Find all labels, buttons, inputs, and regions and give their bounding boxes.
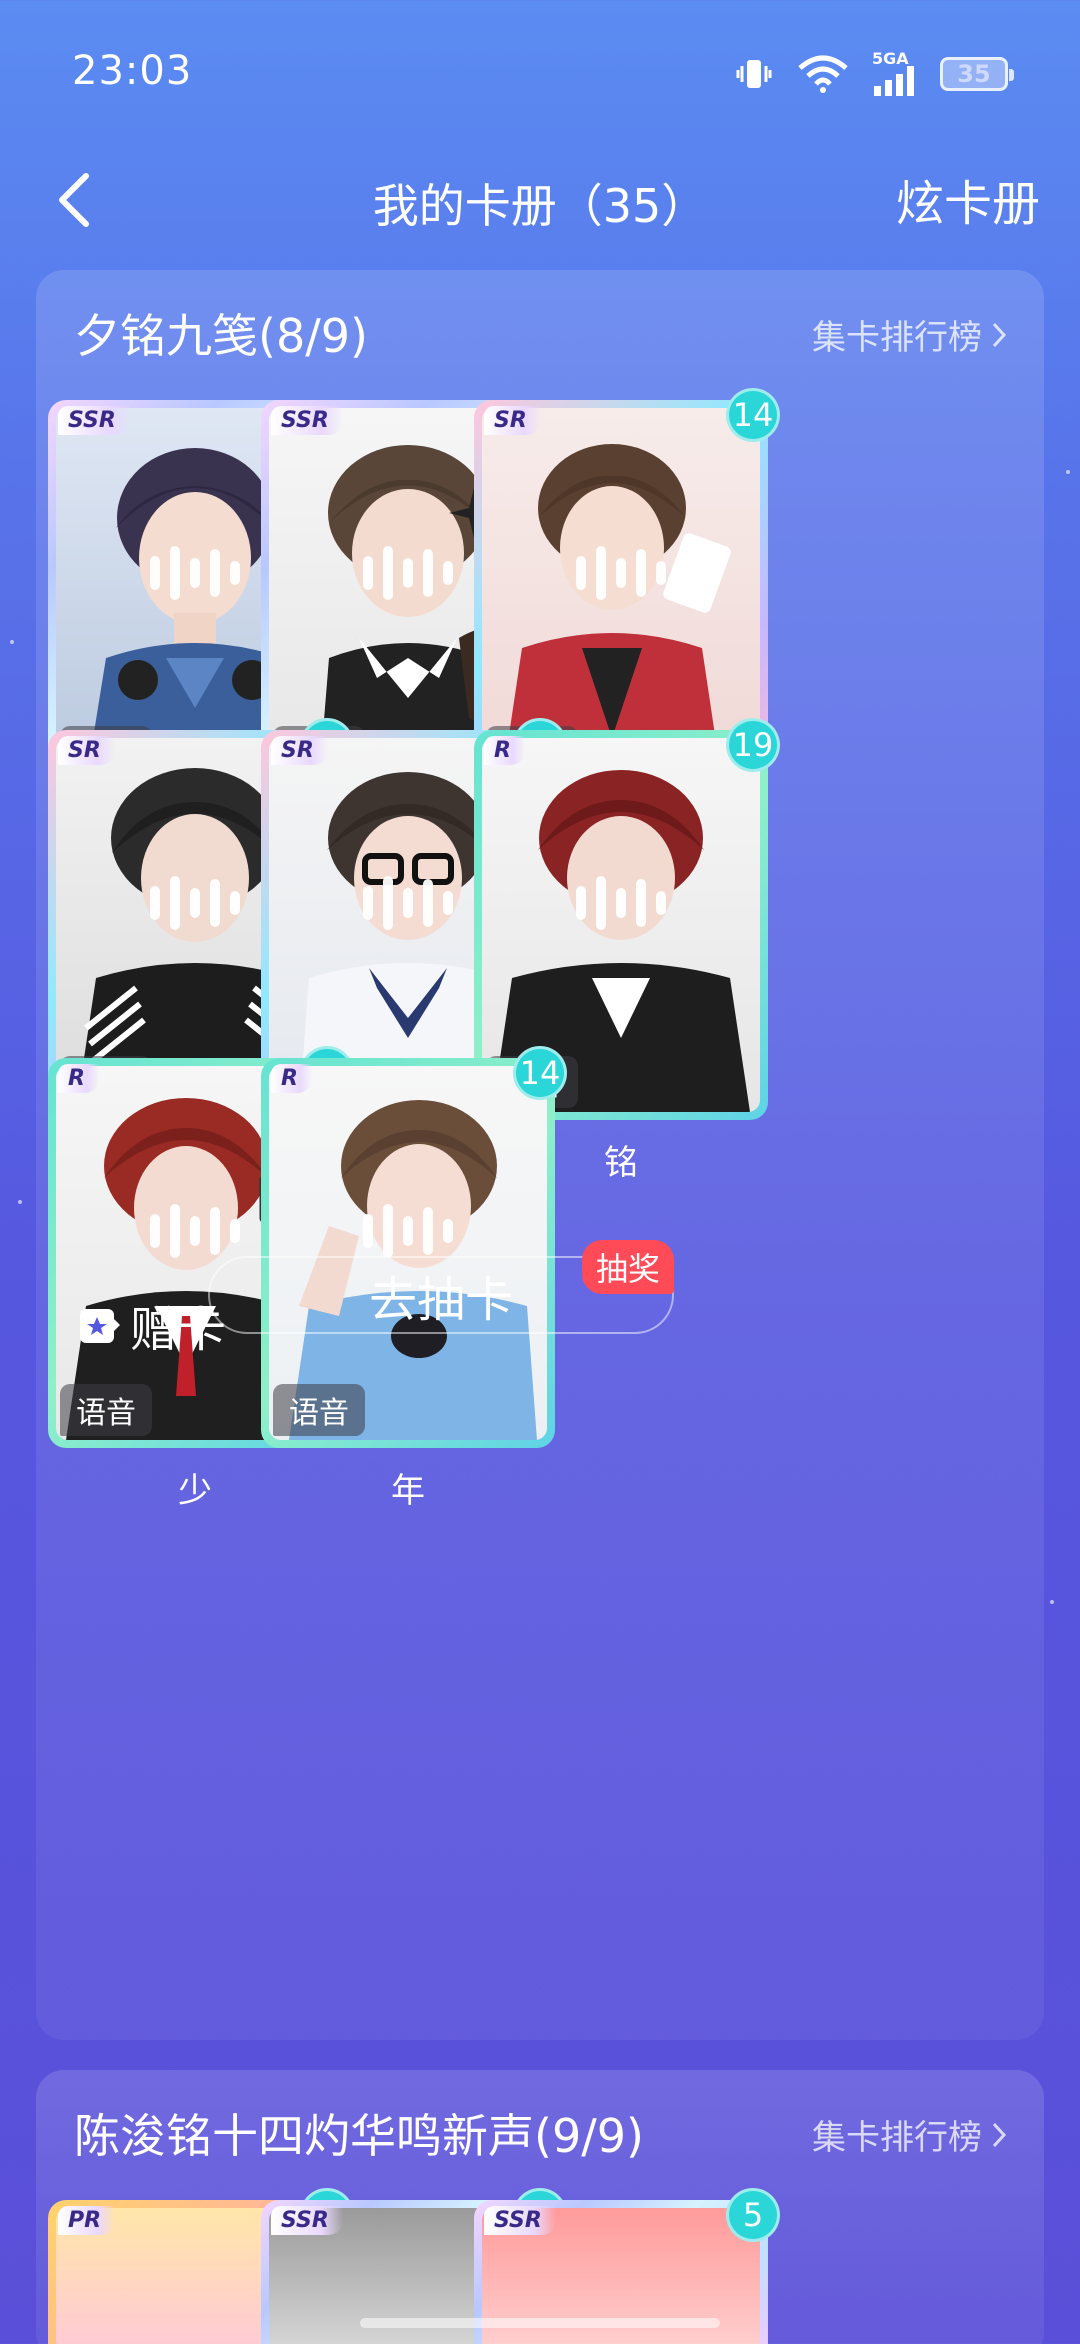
voice-wave-icon — [363, 1203, 453, 1258]
card-count-badge: 14 — [513, 1046, 567, 1100]
album-panel-fourteen: 陈浚铭十四灼华鸣新声(9/9) 集卡排行榜 PR 3 SSR 5 SSR 5 — [36, 2070, 1044, 2344]
draw-card-label: 去抽卡 — [368, 1272, 513, 1328]
voice-wave-icon — [150, 1203, 240, 1258]
wifi-icon — [796, 54, 850, 94]
album-title: 夕铭九笺(8/9) — [74, 309, 368, 363]
top-app-bar: 我的卡册（35） 炫卡册 — [0, 140, 1080, 260]
card[interactable]: R 语音 — [261, 1058, 555, 1448]
sparkle — [1050, 1600, 1054, 1604]
collection-ranking-link[interactable]: 集卡排行榜 — [812, 310, 1008, 359]
card-count-badge: 14 — [726, 388, 780, 442]
rarity-badge: SSR — [271, 2206, 343, 2235]
voice-wave-icon — [363, 875, 453, 930]
status-time: 23:03 — [72, 48, 193, 94]
gift-card-button[interactable]: 赠卡 — [78, 1290, 226, 1360]
battery-icon: 35 — [940, 57, 1014, 91]
card-count-badge: 5 — [726, 2188, 780, 2242]
collection-ranking-link[interactable]: 集卡排行榜 — [812, 2110, 1008, 2159]
network-type: 5GA — [872, 49, 909, 68]
rarity-badge: R — [271, 1064, 312, 1093]
voice-tag: 语音 — [273, 1384, 365, 1436]
sparkle — [18, 1200, 22, 1204]
status-icons: 5GA 35 — [734, 49, 1014, 96]
album-panel-ximing: 夕铭九笺(8/9) 集卡排行榜 SSR 语音 — [36, 270, 1044, 2040]
lottery-badge: 抽奖 — [581, 1240, 674, 1294]
sparkle — [10, 640, 14, 644]
status-bar: 23:03 5GA 35 — [0, 0, 1080, 140]
rarity-badge: SR — [484, 406, 541, 435]
card-count-badge: 19 — [726, 718, 780, 772]
voice-wave-icon — [150, 875, 240, 930]
show-album-button[interactable]: 炫卡册 — [896, 164, 1040, 234]
voice-wave-icon — [150, 545, 240, 600]
rarity-badge: PR — [58, 2206, 116, 2235]
ranking-label: 集卡排行榜 — [812, 318, 982, 358]
rarity-badge: SR — [271, 736, 328, 765]
sparkle — [1066, 470, 1070, 474]
rarity-badge: SR — [58, 736, 115, 765]
voice-tag: 语音 — [60, 1384, 152, 1436]
rarity-badge: SSR — [484, 2206, 556, 2235]
chevron-right-icon — [992, 2122, 1007, 2147]
voice-wave-icon — [576, 875, 666, 930]
draw-card-button[interactable]: 去抽卡 抽奖 — [208, 1240, 674, 1334]
voice-wave-icon — [363, 545, 453, 600]
album-title: 陈浚铭十四灼华鸣新声(9/9) — [74, 2109, 644, 2163]
cellular-signal-icon: 5GA — [872, 49, 918, 96]
ranking-label: 集卡排行榜 — [812, 2118, 982, 2158]
rarity-badge: SSR — [271, 406, 343, 435]
rarity-badge: R — [484, 736, 525, 765]
chevron-right-icon — [992, 322, 1007, 347]
rarity-badge: R — [58, 1064, 99, 1093]
rarity-badge: SSR — [58, 406, 130, 435]
vibrate-icon — [734, 54, 774, 94]
gift-card-icon — [80, 1309, 120, 1343]
voice-wave-icon — [576, 545, 666, 600]
card-name: 年 — [391, 1471, 425, 1511]
home-indicator[interactable] — [360, 2318, 720, 2328]
